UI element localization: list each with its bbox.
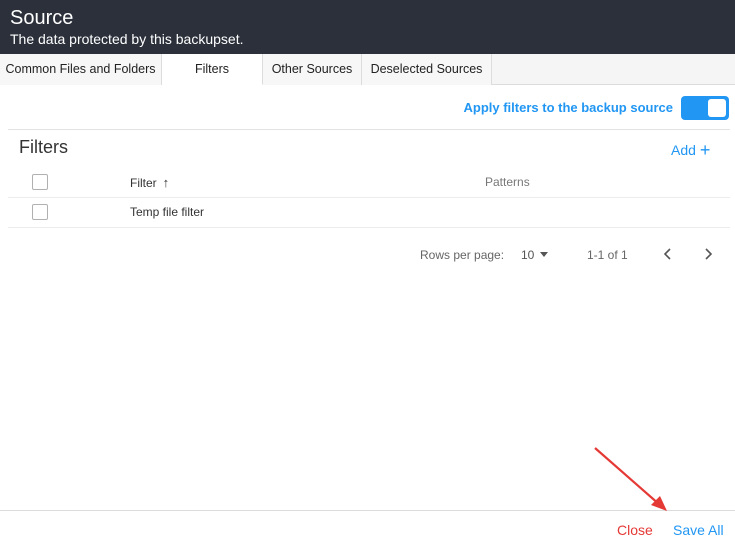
- table-row-filter-name[interactable]: Temp file filter: [130, 205, 204, 219]
- header-row-divider: [8, 197, 730, 198]
- toggle-knob: [708, 99, 726, 117]
- filters-section-title: Filters: [19, 137, 68, 157]
- save-all-button[interactable]: Save All: [673, 522, 724, 538]
- column-header-patterns: Patterns: [485, 175, 530, 189]
- rows-per-page-value: 10: [521, 248, 535, 262]
- plus-icon: +: [699, 140, 711, 160]
- row-checkbox[interactable]: [32, 204, 48, 220]
- chevron-right-icon: [705, 248, 713, 260]
- rows-per-page-select[interactable]: 10: [521, 248, 549, 262]
- close-button[interactable]: Close: [617, 522, 653, 538]
- dialog-header: Source The data protected by this backup…: [0, 0, 735, 54]
- tab-other-sources[interactable]: Other Sources: [263, 54, 362, 85]
- add-filter-button[interactable]: Add +: [671, 139, 710, 160]
- apply-filters-label: Apply filters to the backup source: [463, 100, 674, 115]
- section-divider: [8, 129, 730, 130]
- dropdown-caret-icon: [540, 252, 549, 257]
- apply-filters-toggle[interactable]: [681, 96, 729, 120]
- add-button-label: Add: [671, 142, 696, 158]
- row-divider: [8, 227, 730, 228]
- next-page-button[interactable]: [698, 244, 718, 266]
- footer-divider: [0, 510, 735, 511]
- apply-filters-row: Apply filters to the backup source: [0, 95, 735, 121]
- sort-ascending-icon: ↑: [162, 175, 170, 190]
- dialog-title: Source: [10, 7, 74, 29]
- column-header-filter[interactable]: Filter ↑: [130, 175, 169, 190]
- rows-per-page-label: Rows per page:: [420, 248, 505, 262]
- select-all-checkbox[interactable]: [32, 174, 48, 190]
- dialog-subtitle: The data protected by this backupset.: [10, 31, 244, 47]
- previous-page-button[interactable]: [658, 244, 678, 266]
- tab-filters[interactable]: Filters: [162, 54, 263, 85]
- pagination-range: 1-1 of 1: [587, 248, 628, 262]
- tab-deselected-sources[interactable]: Deselected Sources: [362, 54, 492, 85]
- tab-common-files-and-folders[interactable]: Common Files and Folders: [0, 54, 162, 85]
- chevron-left-icon: [663, 248, 671, 260]
- tab-bar: Common Files and Folders Filters Other S…: [0, 54, 735, 85]
- column-header-filter-label: Filter: [130, 176, 157, 190]
